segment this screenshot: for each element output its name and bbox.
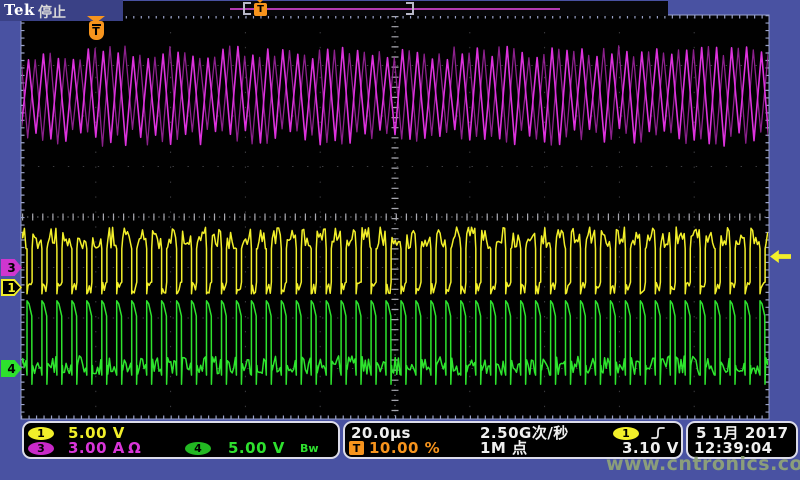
graticule xyxy=(0,0,800,480)
acquisition-status: 停止 xyxy=(38,2,66,22)
record-length-readout: 1M 点 xyxy=(480,441,528,456)
record-view-strip: T xyxy=(123,1,668,16)
ch1-badge: 1 xyxy=(28,427,54,440)
trigger-position-badge: T xyxy=(349,441,364,455)
record-window-bracket-left[interactable] xyxy=(243,2,251,15)
channel-readout-box[interactable]: 1 5.00 V 3 3.00 A Ω 4 5.00 V Bw xyxy=(22,421,340,459)
brand-logo: Tek xyxy=(4,1,35,19)
rising-edge-icon xyxy=(651,426,665,440)
channel-4-label: 4 xyxy=(7,362,15,376)
trigger-t-letter: T xyxy=(92,26,100,37)
record-trigger-marker-icon[interactable]: T xyxy=(254,3,267,16)
ch4-badge: 4 xyxy=(185,442,211,455)
trigger-position-readout: 10.00 % xyxy=(369,441,440,456)
trigger-t-icon: T xyxy=(89,21,104,40)
watermark: www.cntronics.com xyxy=(606,453,800,475)
ch4-scale-readout: 5.00 V xyxy=(228,441,285,456)
ch4-bandwidth-icon: Bw xyxy=(300,442,319,455)
record-window-bracket-right[interactable] xyxy=(406,2,414,15)
channel-3-label: 3 xyxy=(7,261,15,275)
record-view-waveform-line xyxy=(230,8,560,10)
ch3-badge: 3 xyxy=(28,442,54,455)
channel-1-label: 1 xyxy=(7,281,15,295)
ch3-scale-readout: 3.00 A xyxy=(68,441,125,456)
ch3-coupling-readout: Ω xyxy=(128,441,141,456)
oscilloscope-screen: Tek 停止 T T 3 1 4 1 5.00 V 3 3.00 A Ω 4 5… xyxy=(0,0,800,480)
trigger-position-marker[interactable]: T xyxy=(87,16,105,40)
